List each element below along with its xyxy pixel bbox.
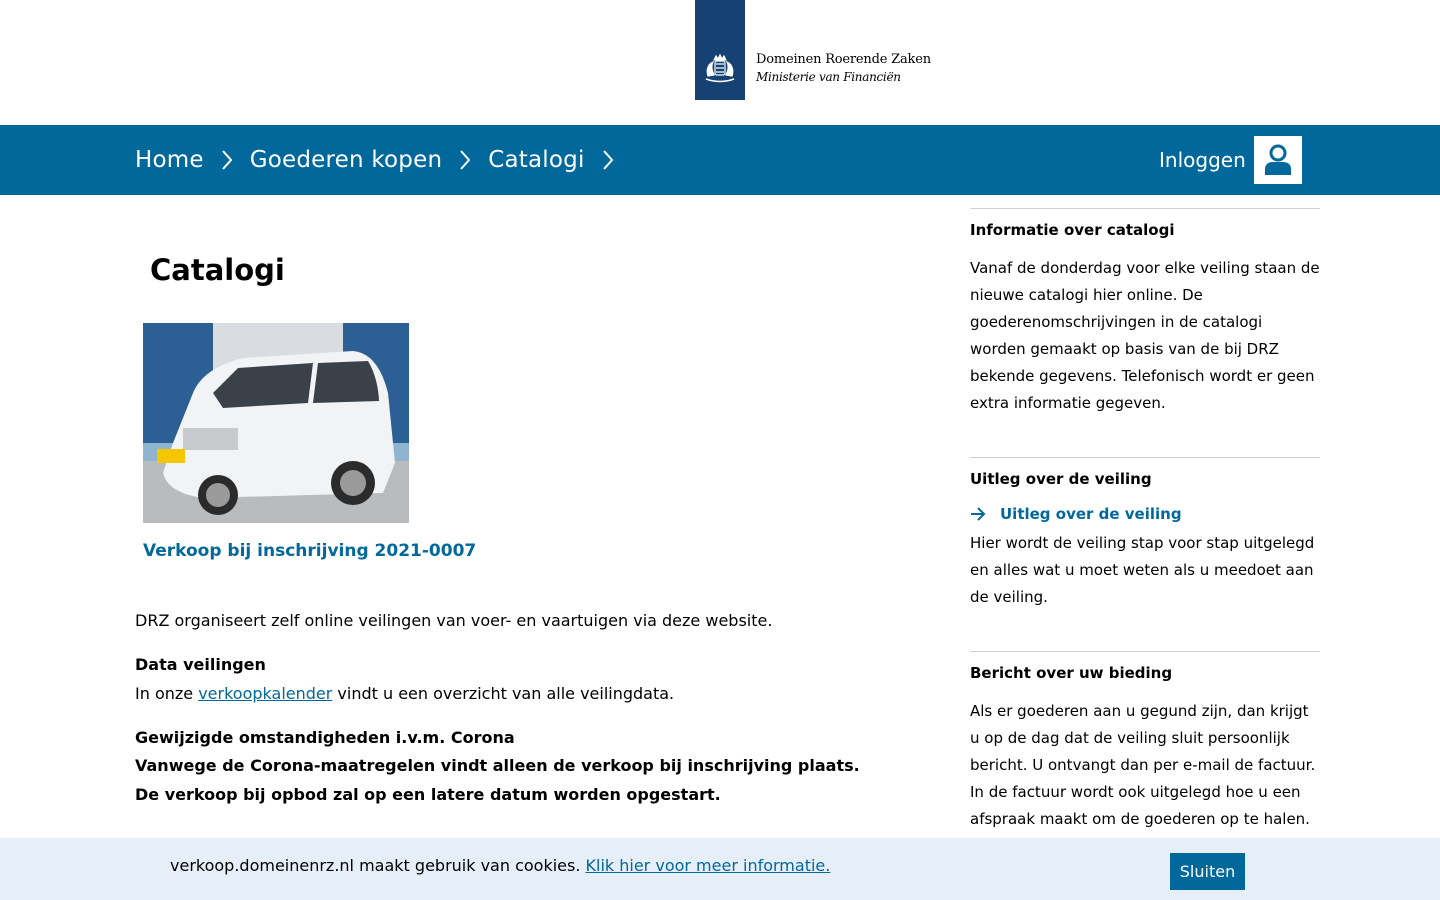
sidebar-text-bieding: Als er goederen aan u gegund zijn, dan k… (970, 702, 1316, 828)
sidebar-divider (970, 651, 1320, 652)
chevron-right-icon (460, 150, 471, 170)
sidebar-divider (970, 208, 1320, 209)
logo-wordmark: Domeinen Roerende Zaken Ministerie van F… (756, 51, 931, 85)
data-veilingen-text: In onze verkoopkalender vindt u een over… (135, 679, 674, 708)
chevron-right-icon (221, 150, 233, 170)
breadcrumb-link-home[interactable]: Home (135, 147, 204, 173)
sidebar-heading-bieding: Bericht over uw bieding (970, 664, 1173, 682)
page-title: Catalogi (150, 253, 285, 287)
breadcrumb-link-catalogi[interactable]: Catalogi (488, 147, 584, 173)
data-veilingen-heading: Data veilingen (135, 655, 266, 674)
ministry-name: Ministerie van Financiën (756, 70, 901, 84)
breadcrumb-item-home: Home (135, 147, 250, 173)
cookie-message: verkoop.domeinenrz.nl maakt gebruik van … (170, 856, 830, 875)
sidebar-heading-catalogi: Informatie over catalogi (970, 221, 1175, 239)
corona-body: Vanwege de Corona-maatregelen vindt alle… (135, 756, 860, 804)
sidebar-heading-uitleg: Uitleg over de veiling (970, 470, 1152, 488)
sidebar-text-catalogi: Vanaf de donderdag voor elke veiling sta… (970, 259, 1320, 412)
login-button[interactable] (1254, 136, 1302, 184)
main-navbar: Home Goederen kopen Catalogi Inloggen (0, 125, 1440, 195)
catalog-card-link[interactable]: Verkoop bij inschrijving 2021-0007 (143, 541, 476, 561)
cookie-text: verkoop.domeinenrz.nl maakt gebruik van … (170, 856, 586, 875)
breadcrumb-item-goederen-kopen: Goederen kopen (250, 147, 488, 173)
corona-heading: Gewijzigde omstandigheden i.v.m. Corona (135, 728, 515, 747)
sidebar-divider (970, 457, 1320, 458)
cookie-info-link[interactable]: Klik hier voor meer informatie. (586, 856, 831, 875)
verkoopkalender-link[interactable]: verkoopkalender (198, 684, 332, 703)
breadcrumb: Home Goederen kopen Catalogi (135, 125, 631, 195)
intro-text: DRZ organiseert zelf online veilingen va… (135, 611, 773, 630)
site-header: Domeinen Roerende Zaken Ministerie van F… (0, 0, 1440, 125)
cookie-close-button[interactable]: Sluiten (1170, 853, 1245, 890)
data-veilingen-prefix: In onze (135, 684, 199, 703)
royal-emblem-icon (705, 53, 735, 83)
sidebar-link-uitleg-label: Uitleg over de veiling (1000, 505, 1182, 523)
white-minivan-photo (143, 323, 409, 523)
breadcrumb-link-goederen-kopen[interactable]: Goederen kopen (250, 147, 442, 173)
sidebar-link-uitleg[interactable]: Uitleg over de veiling (970, 505, 1182, 523)
cookie-banner: verkoop.domeinenrz.nl maakt gebruik van … (0, 838, 1440, 900)
login-link[interactable]: Inloggen (1159, 125, 1246, 195)
user-icon (1265, 144, 1291, 175)
arrow-right-icon (971, 507, 986, 521)
sidebar-text-uitleg: Hier wordt de veiling stap voor stap uit… (970, 534, 1315, 606)
chevron-right-icon (602, 150, 613, 170)
catalog-card-image[interactable] (143, 323, 409, 523)
org-name: Domeinen Roerende Zaken (756, 52, 931, 67)
logo-ribbon[interactable] (695, 0, 745, 100)
data-veilingen-suffix: vindt u een overzicht van alle veilingda… (332, 684, 675, 703)
breadcrumb-item-catalogi: Catalogi (488, 147, 630, 173)
